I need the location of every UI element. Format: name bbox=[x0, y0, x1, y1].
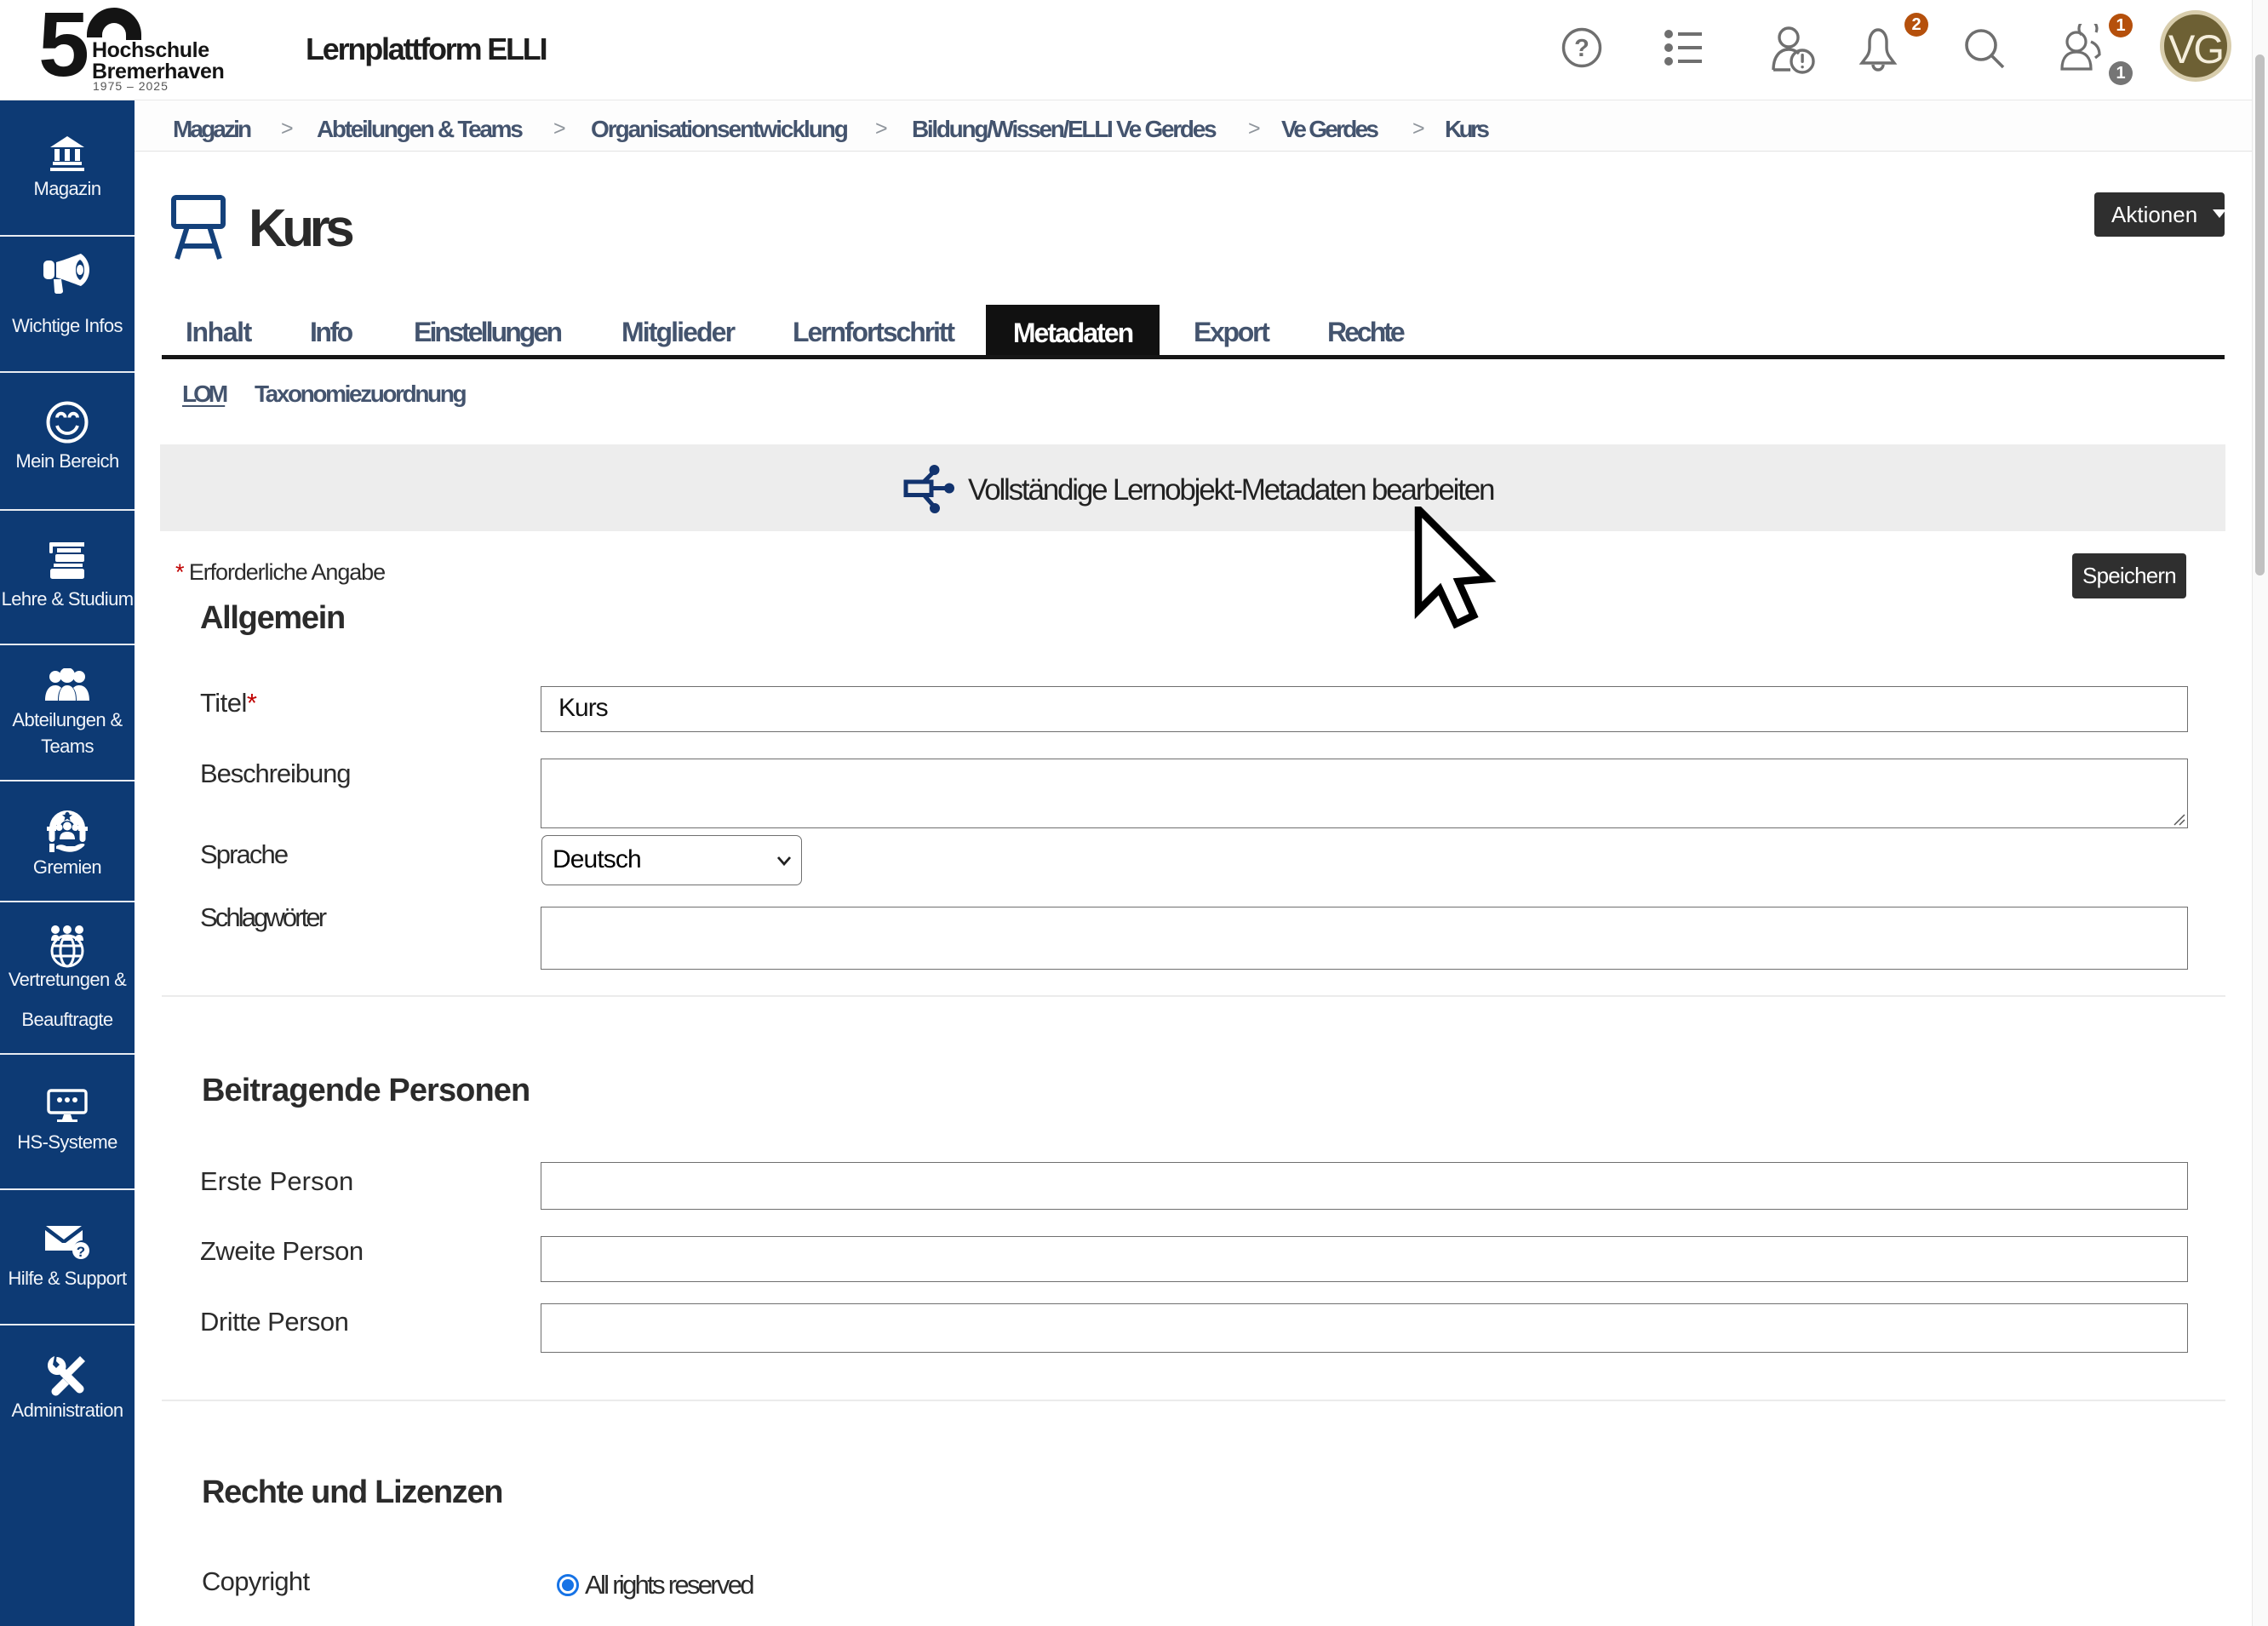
svg-text:Hochschule: Hochschule bbox=[92, 38, 209, 62]
svg-text:?: ? bbox=[1574, 35, 1589, 62]
svg-text:5: 5 bbox=[38, 7, 89, 94]
svg-text:1975 – 2025: 1975 – 2025 bbox=[93, 79, 169, 93]
svg-text:?: ? bbox=[77, 1244, 85, 1260]
